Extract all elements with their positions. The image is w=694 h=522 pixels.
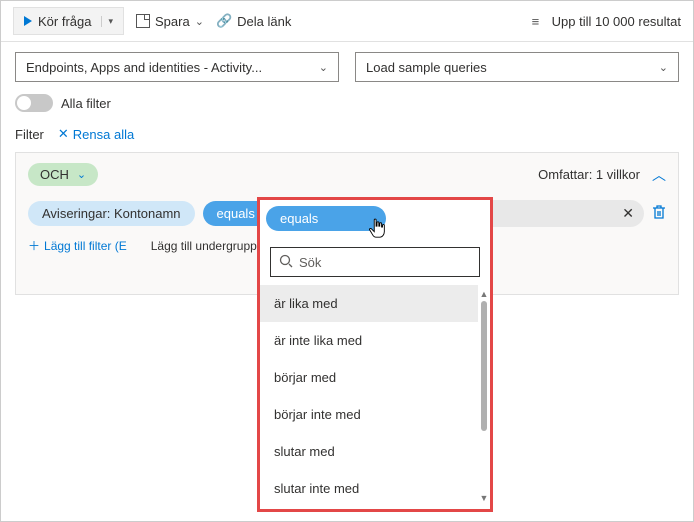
add-filter-label: Lägg till filter (E: [44, 239, 127, 253]
operator-option[interactable]: börjar inte med: [260, 396, 478, 433]
close-icon: ✕: [58, 126, 69, 142]
operator-label: equals: [280, 211, 318, 226]
operator-option[interactable]: slutar med: [260, 433, 478, 470]
results-label: Upp till 10 000 resultat: [552, 14, 681, 29]
scrollbar[interactable]: ▲ ▼: [480, 289, 488, 503]
link-icon: 🔗: [216, 13, 232, 29]
chevron-down-icon[interactable]: ▾: [101, 16, 113, 27]
operator-option[interactable]: börjar med: [260, 359, 478, 396]
all-filters-toggle[interactable]: [15, 94, 53, 112]
logic-label: OCH: [40, 167, 69, 182]
chevron-down-icon[interactable]: ⌄: [195, 15, 204, 28]
operator-option[interactable]: slutar inte med: [260, 470, 478, 507]
add-subgroup-button[interactable]: Lägg till undergrupp: [151, 239, 257, 253]
search-placeholder: Sök: [299, 255, 321, 270]
add-filter-button[interactable]: ＋ Lägg till filter (E: [28, 237, 127, 254]
sample-queries-dropdown[interactable]: Load sample queries ⌄: [355, 52, 679, 82]
includes-label: Omfattar: 1 villkor: [538, 167, 640, 182]
scroll-thumb[interactable]: [481, 301, 487, 431]
chevron-down-icon: ⌄: [659, 61, 668, 74]
all-filters-row: Alla filter: [1, 92, 693, 120]
share-link-button[interactable]: 🔗 Dela länk: [216, 13, 291, 29]
operator-pill-active[interactable]: equals: [266, 206, 386, 231]
share-label: Dela länk: [237, 14, 291, 29]
collapse-button[interactable]: ︿: [652, 165, 666, 185]
plus-icon: ＋: [28, 237, 40, 254]
save-label: Spara: [155, 14, 190, 29]
scroll-down-icon[interactable]: ▼: [480, 493, 489, 503]
delete-condition-button[interactable]: [652, 204, 666, 223]
filter-header: Filter ✕ Rensa alla: [1, 120, 693, 152]
results-limit[interactable]: ≡ Upp till 10 000 resultat: [532, 14, 681, 29]
scope-dropdown[interactable]: Endpoints, Apps and identities - Activit…: [15, 52, 339, 82]
toolbar: Kör fråga ▾ Spara ⌄ 🔗 Dela länk ≡ Upp ti…: [1, 1, 693, 42]
all-filters-label: Alla filter: [61, 96, 111, 111]
operator-option[interactable]: är lika med: [260, 285, 478, 322]
scope-value: Endpoints, Apps and identities - Activit…: [26, 60, 262, 75]
operator-option[interactable]: är inte lika med: [260, 322, 478, 359]
scope-row: Endpoints, Apps and identities - Activit…: [1, 42, 693, 92]
clear-value-button[interactable]: ✕: [622, 205, 634, 222]
run-label: Kör fråga: [38, 14, 91, 29]
chevron-down-icon: ⌄: [319, 61, 328, 74]
group-header: OCH ⌄ Omfattar: 1 villkor ︿: [28, 163, 666, 186]
scroll-up-icon[interactable]: ▲: [480, 289, 489, 299]
save-icon: [136, 14, 150, 28]
operator-options-list: är lika med är inte lika med börjar med …: [260, 285, 490, 507]
operator-label: equals: [217, 206, 255, 221]
play-icon: [24, 16, 32, 26]
list-icon: ≡: [532, 20, 546, 23]
chevron-down-icon: ⌄: [77, 168, 86, 181]
samples-value: Load sample queries: [366, 60, 487, 75]
logic-operator-pill[interactable]: OCH ⌄: [28, 163, 98, 186]
search-icon: [279, 254, 293, 271]
field-pill[interactable]: Aviseringar: Kontonamn: [28, 201, 195, 226]
save-button[interactable]: Spara ⌄: [136, 14, 204, 29]
clear-all-button[interactable]: ✕ Rensa alla: [58, 126, 134, 142]
run-query-button[interactable]: Kör fråga ▾: [13, 7, 124, 35]
operator-search-input[interactable]: Sök: [270, 247, 480, 277]
clear-label: Rensa alla: [73, 127, 134, 142]
operator-dropdown-panel: equals Sök är lika med är inte lika med …: [257, 197, 493, 512]
field-label: Aviseringar: Kontonamn: [42, 206, 181, 221]
trash-icon: [652, 204, 666, 220]
filter-label: Filter: [15, 127, 44, 142]
